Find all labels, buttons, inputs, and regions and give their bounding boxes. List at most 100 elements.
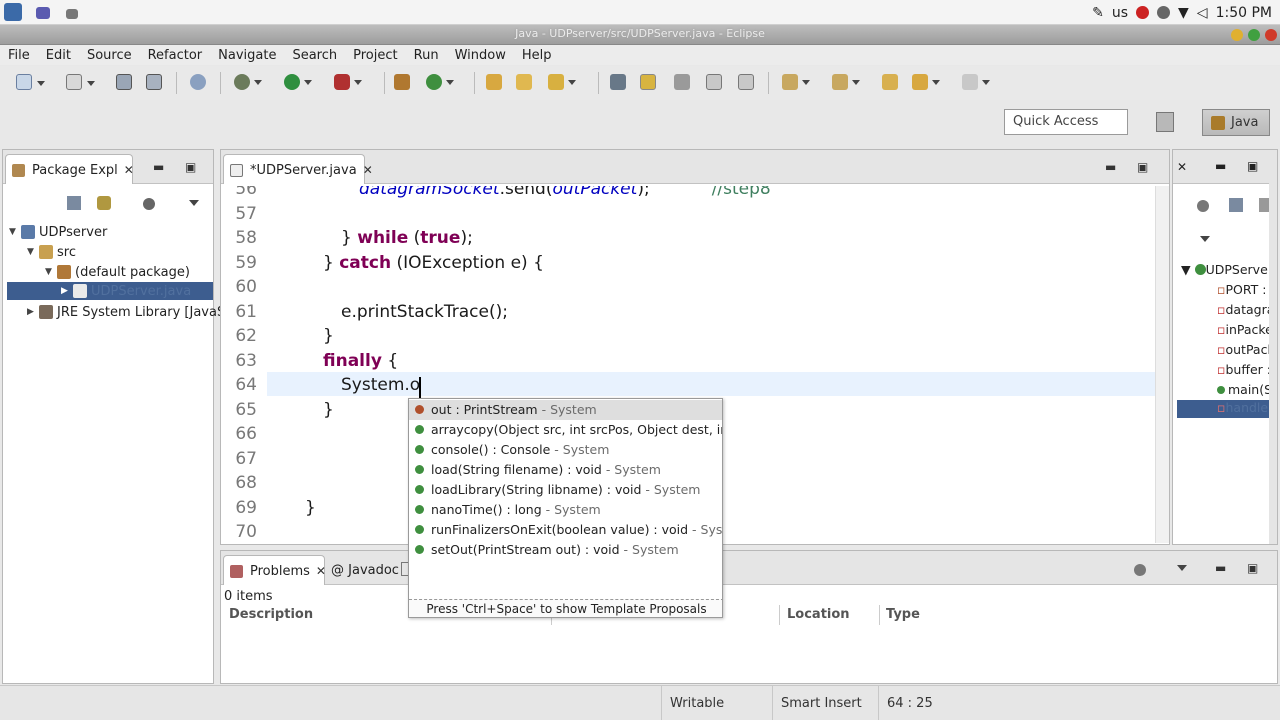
close-icon[interactable]: ✕ xyxy=(316,564,326,578)
record-icon[interactable] xyxy=(1136,6,1150,19)
maximize-icon[interactable]: ▣ xyxy=(1137,160,1148,174)
expand-arrow[interactable]: ▼ xyxy=(9,227,21,237)
proposal-item[interactable]: load(String filename) : void - System xyxy=(409,460,722,480)
window-title-bar[interactable]: Java - UDPserver/src/UDPServer.java - Ec… xyxy=(0,25,1280,45)
toggle-block-selection-icon[interactable] xyxy=(640,74,656,90)
maximize-icon[interactable]: ▣ xyxy=(1247,159,1258,173)
next-annotation-icon[interactable] xyxy=(782,74,810,90)
quick-access-input[interactable]: Quick Access xyxy=(1004,109,1128,135)
outline-item-method[interactable]: main(S xyxy=(1217,382,1272,397)
show-whitespace-icon[interactable] xyxy=(674,74,690,90)
menu-file[interactable]: File xyxy=(8,48,30,63)
window-close-button[interactable] xyxy=(1265,29,1277,41)
volume-icon[interactable]: ◁ xyxy=(1197,5,1208,21)
menu-search[interactable]: Search xyxy=(292,48,337,63)
tree-item-jre-library[interactable]: ▶ JRE System Library [JavaS xyxy=(27,302,225,322)
minimize-icon[interactable]: ▬ xyxy=(1215,159,1226,173)
close-icon[interactable]: ✕ xyxy=(363,163,373,177)
proposal-item[interactable]: out : PrintStream - System xyxy=(409,400,722,420)
menu-source[interactable]: Source xyxy=(87,48,132,63)
taskbar-app-icon[interactable] xyxy=(66,9,78,19)
back-icon[interactable] xyxy=(912,74,940,90)
minimize-icon[interactable]: ▬ xyxy=(153,160,164,174)
maximize-icon[interactable]: ▣ xyxy=(185,160,196,174)
editor-vertical-scrollbar[interactable] xyxy=(1155,186,1169,543)
proposal-item[interactable]: arraycopy(Object src, int srcPos, Object… xyxy=(409,420,722,440)
minimize-icon[interactable]: ▬ xyxy=(1215,561,1226,575)
forward-icon[interactable] xyxy=(962,74,990,90)
clock[interactable]: 1:50 PM xyxy=(1216,5,1272,21)
status-icon[interactable] xyxy=(1157,6,1171,19)
expand-arrow[interactable]: ▶ xyxy=(27,307,39,317)
toggle-mark-occurrences-icon[interactable] xyxy=(610,74,626,90)
outline-item-field[interactable]: ▫inPacke xyxy=(1217,322,1273,337)
view-menu-icon[interactable] xyxy=(1177,565,1187,571)
outline-item-field[interactable]: ▫outPack xyxy=(1217,342,1275,357)
search-icon[interactable] xyxy=(548,74,576,90)
collapse-all-icon[interactable] xyxy=(1229,198,1243,212)
menu-run[interactable]: Run xyxy=(414,48,439,63)
network-icon[interactable]: ✎ xyxy=(1092,5,1104,21)
debug-icon[interactable] xyxy=(234,74,262,90)
open-perspective-icon[interactable] xyxy=(1156,112,1174,132)
new-icon[interactable] xyxy=(16,74,45,90)
tree-item-src[interactable]: ▼ src xyxy=(27,242,76,262)
java-perspective-button[interactable]: Java xyxy=(1202,109,1270,136)
new-wizard-icon[interactable] xyxy=(66,74,95,90)
link-with-editor-icon[interactable] xyxy=(97,196,111,210)
maximize-icon[interactable]: ▣ xyxy=(1247,561,1258,575)
minimize-icon[interactable]: ▬ xyxy=(1105,160,1116,174)
menu-edit[interactable]: Edit xyxy=(46,48,71,63)
tree-item-project[interactable]: ▼ UDPserver xyxy=(9,222,107,242)
proposal-item[interactable]: nanoTime() : long - System xyxy=(409,500,722,520)
outline-item-field[interactable]: ▫buffer : xyxy=(1217,362,1271,377)
menu-refactor[interactable]: Refactor xyxy=(148,48,203,63)
outline-item-field[interactable]: ▫PORT : i xyxy=(1217,282,1274,297)
app-launcher-icon[interactable] xyxy=(4,3,22,21)
open-task-icon[interactable] xyxy=(516,74,532,90)
column-header-type[interactable]: Type xyxy=(886,607,920,622)
save-icon[interactable] xyxy=(116,74,132,90)
menu-project[interactable]: Project xyxy=(353,48,397,63)
close-icon[interactable]: ✕ xyxy=(124,163,134,177)
proposal-item[interactable]: setOut(PrintStream out) : void - System xyxy=(409,540,722,560)
previous-annotation-icon[interactable] xyxy=(832,74,860,90)
outline-item-method-selected[interactable]: ▫handle xyxy=(1177,400,1271,418)
tree-item-udpserver-java[interactable]: ▶ UDPServer.java xyxy=(7,282,213,300)
outline-vertical-scrollbar[interactable] xyxy=(1269,150,1277,544)
expand-arrow[interactable]: ▼ xyxy=(45,267,57,277)
window-minimize-button[interactable] xyxy=(1231,29,1243,41)
menu-navigate[interactable]: Navigate xyxy=(218,48,276,63)
focus-icon[interactable] xyxy=(143,198,155,210)
view-menu-icon[interactable] xyxy=(189,200,199,206)
last-edit-location-icon[interactable] xyxy=(882,74,898,90)
open-type-icon[interactable] xyxy=(486,74,502,90)
menu-help[interactable]: Help xyxy=(522,48,552,63)
external-tools-icon[interactable] xyxy=(334,74,362,90)
tab-udpserver-java[interactable]: *UDPServer.java ✕ xyxy=(223,154,373,184)
collapse-all-icon[interactable] xyxy=(67,196,81,210)
proposal-item[interactable]: runFinalizersOnExit(boolean value) : voi… xyxy=(409,520,722,540)
new-class-icon[interactable] xyxy=(426,74,454,90)
menu-window[interactable]: Window xyxy=(455,48,506,63)
proposal-item[interactable]: loadLibrary(String libname) : void - Sys… xyxy=(409,480,722,500)
close-icon[interactable]: ✕ xyxy=(1177,160,1187,174)
column-header-description[interactable]: Description xyxy=(229,607,313,622)
tree-item-default-package[interactable]: ▼ (default package) xyxy=(45,262,190,282)
wifi-icon[interactable]: ▼ xyxy=(1178,5,1189,21)
column-header-location[interactable]: Location xyxy=(787,607,850,622)
run-icon[interactable] xyxy=(284,74,312,90)
tab-package-explorer[interactable]: Package Expl ✕ xyxy=(5,154,134,184)
keyboard-layout[interactable]: us xyxy=(1112,5,1128,21)
status-insert-mode[interactable]: Smart Insert xyxy=(772,686,878,720)
tab-javadoc[interactable]: @ Javadoc xyxy=(331,563,399,578)
expand-arrow[interactable]: ▼ xyxy=(27,247,39,257)
expand-arrow[interactable]: ▶ xyxy=(61,286,73,296)
proposal-item[interactable]: console() : Console - System xyxy=(409,440,722,460)
outline-item-class[interactable]: ▼ UDPServe xyxy=(1181,262,1268,277)
taskbar-app-icon[interactable] xyxy=(36,7,50,19)
focus-icon[interactable] xyxy=(1134,564,1146,576)
save-all-icon[interactable] xyxy=(146,74,162,90)
tab-problems[interactable]: Problems ✕ xyxy=(223,555,326,585)
window-maximize-button[interactable] xyxy=(1248,29,1260,41)
